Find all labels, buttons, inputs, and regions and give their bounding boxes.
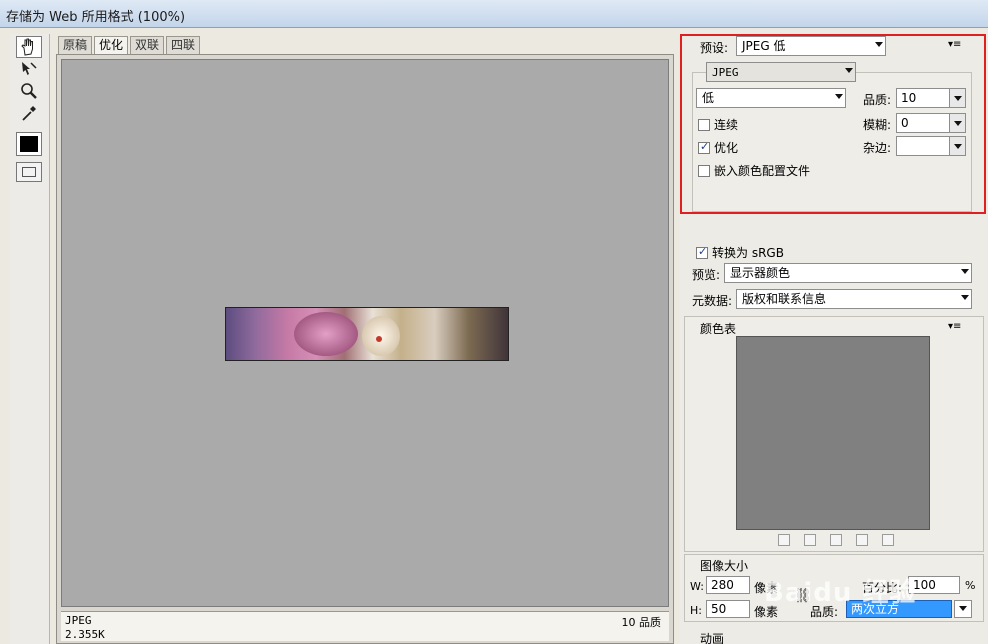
web-snap-icon[interactable] xyxy=(804,534,816,546)
metadata-dropdown[interactable]: 版权和联系信息 xyxy=(736,289,972,309)
color-table-title: 颜色表 xyxy=(700,322,737,336)
convert-srgb-label: 转换为 sRGB xyxy=(712,246,784,260)
metadata-label: 元数据: xyxy=(692,294,733,308)
chevron-down-icon xyxy=(961,295,969,300)
preview-dropdown[interactable]: 显示器颜色 xyxy=(724,263,972,283)
preview-status-bar: JPEG 2.355K 10 品质 xyxy=(61,611,669,641)
matte-stepper-button[interactable] xyxy=(949,137,965,155)
embed-profile-label: 嵌入颜色配置文件 xyxy=(714,164,811,178)
status-quality: 10 品质 xyxy=(621,616,662,629)
trash-icon[interactable] xyxy=(882,534,894,546)
height-input[interactable]: 50 xyxy=(706,600,750,618)
toggle-slices-button[interactable] xyxy=(16,162,42,182)
animation-title: 动画 xyxy=(700,632,725,644)
chevron-down-icon xyxy=(835,94,843,99)
slices-icon xyxy=(22,167,36,177)
image-size-title: 图像大小 xyxy=(700,559,749,573)
quality-stepper-button[interactable] xyxy=(949,89,965,107)
embed-profile-checkbox[interactable]: 嵌入颜色配置文件 xyxy=(698,162,810,179)
eyedropper-tool-button[interactable] xyxy=(16,102,42,124)
width-value: 280 xyxy=(711,578,734,592)
eyedropper-color-swatch[interactable] xyxy=(16,132,42,156)
image-flower xyxy=(294,312,358,356)
chevron-down-icon xyxy=(961,269,969,274)
optimized-label: 优化 xyxy=(714,141,739,155)
slice-select-icon xyxy=(22,62,37,75)
format-value: JPEG xyxy=(712,66,739,79)
preview-image xyxy=(225,307,509,361)
tab-4up[interactable]: 四联 xyxy=(166,36,201,54)
color-table-menu-icon[interactable]: ▾≡ xyxy=(948,322,962,332)
height-value: 50 xyxy=(711,602,727,616)
preview-label: 预览: xyxy=(692,268,721,282)
tool-panel xyxy=(10,34,50,644)
chevron-down-icon xyxy=(959,606,967,611)
image-snowman-nose xyxy=(376,336,382,342)
optimized-checkbox[interactable]: 优化 xyxy=(698,139,738,156)
quality-level-dropdown[interactable]: 低 xyxy=(696,88,846,108)
watermark-logo: Baidu 经验 xyxy=(764,578,917,608)
map-color-icon[interactable] xyxy=(778,534,790,546)
status-size: 2.355K xyxy=(65,628,105,641)
quality-level-value: 低 xyxy=(702,91,715,105)
zoom-tool-button[interactable] xyxy=(16,80,42,102)
width-label: W: xyxy=(690,580,704,593)
window-title: 存储为 Web 所用格式 (100%) xyxy=(6,10,186,25)
hand-icon xyxy=(21,38,33,56)
progressive-checkbox[interactable]: 连续 xyxy=(698,116,738,133)
hand-tool-button[interactable] xyxy=(16,36,42,58)
preset-label: 预设: xyxy=(700,41,729,55)
embed-profile-box xyxy=(698,164,710,177)
progressive-label: 连续 xyxy=(714,118,739,132)
lock-color-icon[interactable] xyxy=(830,534,842,546)
tab-original[interactable]: 原稿 xyxy=(58,36,93,54)
blur-input[interactable]: 0 xyxy=(896,113,966,133)
percent-unit: % xyxy=(965,579,976,592)
convert-srgb-checkbox[interactable]: 转换为 sRGB xyxy=(696,244,784,261)
width-input[interactable]: 280 xyxy=(706,576,750,594)
window-title-bar: 存储为 Web 所用格式 (100%) xyxy=(0,0,988,28)
format-dropdown[interactable]: JPEG xyxy=(706,62,856,82)
chevron-down-icon xyxy=(845,68,853,73)
convert-srgb-box xyxy=(696,245,708,259)
quality-label: 品质: xyxy=(863,93,892,107)
tab-optimized[interactable]: 优化 xyxy=(94,36,129,54)
view-tabs: 原稿 优化 双联 四联 xyxy=(58,36,202,54)
preset-dropdown[interactable]: JPEG 低 xyxy=(736,36,886,56)
progressive-box xyxy=(698,118,710,131)
blur-label: 模糊: xyxy=(863,118,892,132)
optimized-box xyxy=(698,140,710,154)
settings-panel: 预设: JPEG 低 ▾≡ JPEG 低 品质: 10 连续 模糊: 0 优化 … xyxy=(680,30,988,644)
height-label: H: xyxy=(690,604,702,617)
quality-input[interactable]: 10 xyxy=(896,88,966,108)
chevron-down-icon xyxy=(875,42,883,47)
preview-canvas[interactable] xyxy=(61,59,669,607)
preset-menu-icon[interactable]: ▾≡ xyxy=(948,40,962,50)
quality-value: 10 xyxy=(901,91,917,105)
zoom-icon xyxy=(21,83,37,99)
status-format: JPEG xyxy=(65,614,92,627)
tab-2up[interactable]: 双联 xyxy=(130,36,165,54)
blur-value: 0 xyxy=(901,116,909,130)
metadata-value: 版权和联系信息 xyxy=(742,292,827,306)
color-table[interactable] xyxy=(736,336,930,530)
new-color-icon[interactable] xyxy=(856,534,868,546)
preview-value: 显示器颜色 xyxy=(730,266,791,280)
eyedropper-icon xyxy=(22,106,36,121)
color-table-icons xyxy=(778,534,894,546)
blur-stepper-button[interactable] xyxy=(949,114,965,132)
resample-dropdown-button[interactable] xyxy=(954,600,972,618)
swatch-color xyxy=(20,136,38,152)
preview-frame: JPEG 2.355K 10 品质 xyxy=(56,54,674,644)
preset-value: JPEG 低 xyxy=(742,39,786,53)
matte-label: 杂边: xyxy=(863,141,892,155)
matte-dropdown[interactable] xyxy=(896,136,966,156)
slice-select-tool-button[interactable] xyxy=(16,58,42,80)
